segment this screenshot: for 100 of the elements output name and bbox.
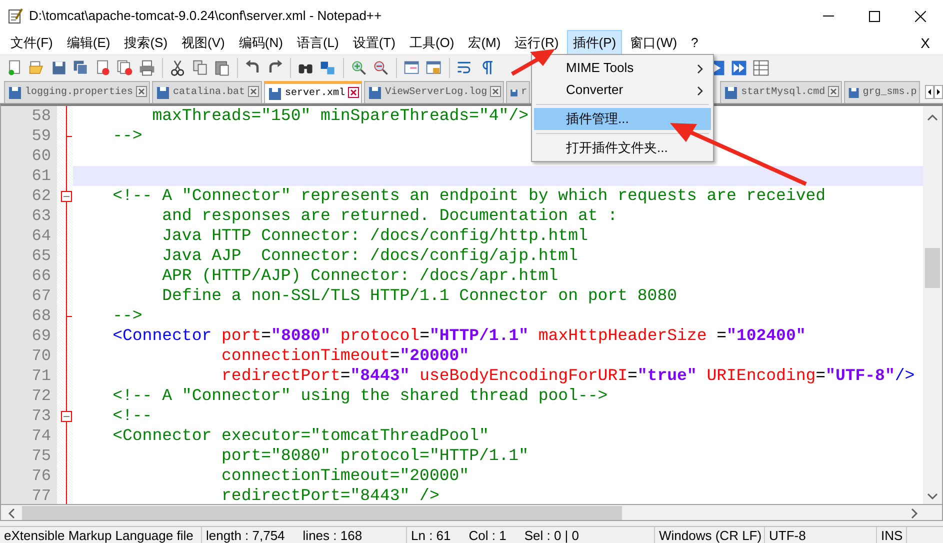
- code-line: redirectPort="8443" />: [220, 486, 440, 506]
- fold-toggle-icon[interactable]: [61, 191, 72, 202]
- status-text: Col : 1: [468, 527, 506, 543]
- code-line: -->: [112, 126, 142, 146]
- code-line: Define a non-SSL/TLS HTTP/1.1 Connector on port 8080: [161, 286, 677, 306]
- menu-item[interactable]: 插件(P): [566, 30, 622, 56]
- window-icon[interactable]: [403, 58, 421, 76]
- close-icon[interactable]: [914, 10, 926, 22]
- scroll-up-icon[interactable]: [927, 114, 938, 122]
- replace-icon[interactable]: [319, 58, 337, 76]
- scroll-left-icon[interactable]: [8, 508, 16, 520]
- vertical-scrollbar[interactable]: [923, 106, 942, 504]
- line-number: 61: [30, 166, 52, 186]
- code-line: redirectPort="8443" useBodyEncodingForURI="true" URIEncoding="UTF-8"/>: [220, 366, 915, 386]
- save-icon: [724, 86, 738, 100]
- zoom-out-icon[interactable]: [372, 58, 390, 76]
- window-title: D:\tomcat\apache-tomcat-9.0.24\conf\server.xml - Notepad++: [29, 7, 383, 26]
- code-line: Java HTTP Connector: /docs/config/http.html: [161, 226, 588, 246]
- file-tab[interactable]: startMysql.cmd: [720, 81, 842, 103]
- code-line: <Connector executor="tomcatThreadPool": [112, 426, 489, 446]
- save-icon: [368, 86, 382, 100]
- window-lock-icon[interactable]: [425, 58, 443, 76]
- menu-item[interactable]: 打开插件文件夹...: [534, 137, 711, 159]
- tab-scroll-left-icon[interactable]: [925, 85, 934, 99]
- file-tab[interactable]: grg_sms.p: [844, 81, 920, 103]
- menu-item[interactable]: 搜索(S): [118, 30, 174, 56]
- menu-item[interactable]: 编码(N): [232, 30, 289, 56]
- code-line: <!-- A "Connector" using the shared thread pool-->: [112, 386, 608, 406]
- status-text: INS: [881, 527, 903, 543]
- status-text: length : 7,754: [206, 527, 285, 543]
- save-icon: [156, 86, 170, 100]
- file-tab[interactable]: catalina.bat: [152, 81, 262, 103]
- code-line: port="8080" protocol="HTTP/1.1": [220, 446, 528, 466]
- fold-end-mark: [66, 316, 72, 317]
- menu-item[interactable]: 工具(O): [403, 30, 460, 56]
- menu-item[interactable]: 插件管理...: [534, 108, 711, 130]
- file-tab[interactable]: server.xml: [264, 81, 362, 103]
- line-number: 71: [30, 366, 52, 386]
- menu-item[interactable]: 设置(T): [346, 30, 402, 56]
- copy-icon[interactable]: [191, 58, 209, 76]
- maximize-icon[interactable]: [868, 10, 880, 22]
- scroll-thumb[interactable]: [925, 248, 940, 288]
- menu-item[interactable]: 窗口(W): [624, 30, 684, 56]
- line-number: 76: [30, 466, 52, 486]
- status-text: eXtensible Markup Language file: [4, 527, 194, 543]
- menu-item[interactable]: 语言(L): [290, 30, 345, 56]
- table-icon[interactable]: [752, 58, 770, 76]
- save-icon: [848, 86, 860, 100]
- menu-item[interactable]: 运行(R): [508, 30, 565, 56]
- line-number: 63: [30, 206, 52, 226]
- save-icon[interactable]: [50, 58, 68, 76]
- close-all-icon[interactable]: [116, 58, 134, 76]
- printer-icon[interactable]: [138, 58, 156, 76]
- code-line: <!--: [112, 406, 152, 426]
- menu-item[interactable]: ?: [685, 30, 704, 56]
- line-number: 60: [30, 146, 52, 166]
- scroll-thumb[interactable]: [22, 506, 622, 520]
- paste-icon[interactable]: [213, 58, 231, 76]
- save-icon: [268, 86, 282, 100]
- menu-item[interactable]: 宏(M): [462, 30, 507, 56]
- save-all-icon[interactable]: [72, 58, 90, 76]
- menu-item[interactable]: Converter: [534, 79, 711, 101]
- line-number: 70: [30, 346, 52, 366]
- menu-item[interactable]: MIME Tools: [534, 57, 711, 79]
- code-line: <!-- A "Connector" represents an endpoint by which requests are received: [112, 186, 826, 206]
- close-file-icon[interactable]: [94, 58, 112, 76]
- open-file-icon[interactable]: [28, 58, 46, 76]
- horizontal-scrollbar[interactable]: [0, 505, 943, 521]
- code-line: connectionTimeout="20000": [220, 346, 470, 366]
- line-number: 77: [30, 486, 52, 506]
- code-line: APR (HTTP/AJP) Connector: /docs/apr.html: [161, 266, 558, 286]
- line-number: 58: [30, 106, 52, 126]
- close-document-button[interactable]: X: [920, 32, 930, 54]
- line-number: 62: [30, 186, 52, 206]
- menu-item[interactable]: 视图(V): [176, 30, 231, 56]
- code-line: Java AJP Connector: /docs/config/ajp.html: [161, 246, 578, 266]
- status-text: Windows (CR LF): [659, 527, 762, 543]
- menu-item[interactable]: 文件(F): [4, 30, 59, 56]
- tab-scroll-right-icon[interactable]: [934, 85, 943, 99]
- scroll-down-icon[interactable]: [927, 492, 938, 500]
- scroll-right-icon[interactable]: [910, 508, 918, 520]
- line-number: 68: [30, 306, 52, 326]
- menu-item[interactable]: 编辑(E): [60, 30, 116, 56]
- file-tab[interactable]: logging.properties: [4, 81, 150, 103]
- line-number: 72: [30, 386, 52, 406]
- scissors-icon[interactable]: [169, 58, 187, 76]
- line-number: 75: [30, 446, 52, 466]
- zoom-in-icon[interactable]: [350, 58, 368, 76]
- status-text: UTF-8: [769, 527, 806, 543]
- code-line: maxThreads="150" minSpareThreads="4"/>: [151, 106, 528, 126]
- line-number: 64: [30, 226, 52, 246]
- editor[interactable]: [0, 104, 943, 505]
- file-tab[interactable]: r: [506, 81, 530, 103]
- status-text: Ln : 61: [411, 527, 451, 543]
- status-text: lines : 168: [302, 527, 362, 543]
- minimize-icon[interactable]: [822, 15, 834, 17]
- fast-forward-icon[interactable]: [730, 58, 748, 76]
- file-tab[interactable]: ViewServerLog.log: [364, 81, 504, 103]
- fold-toggle-icon[interactable]: [61, 411, 72, 422]
- code-line: connectionTimeout="20000": [220, 466, 470, 486]
